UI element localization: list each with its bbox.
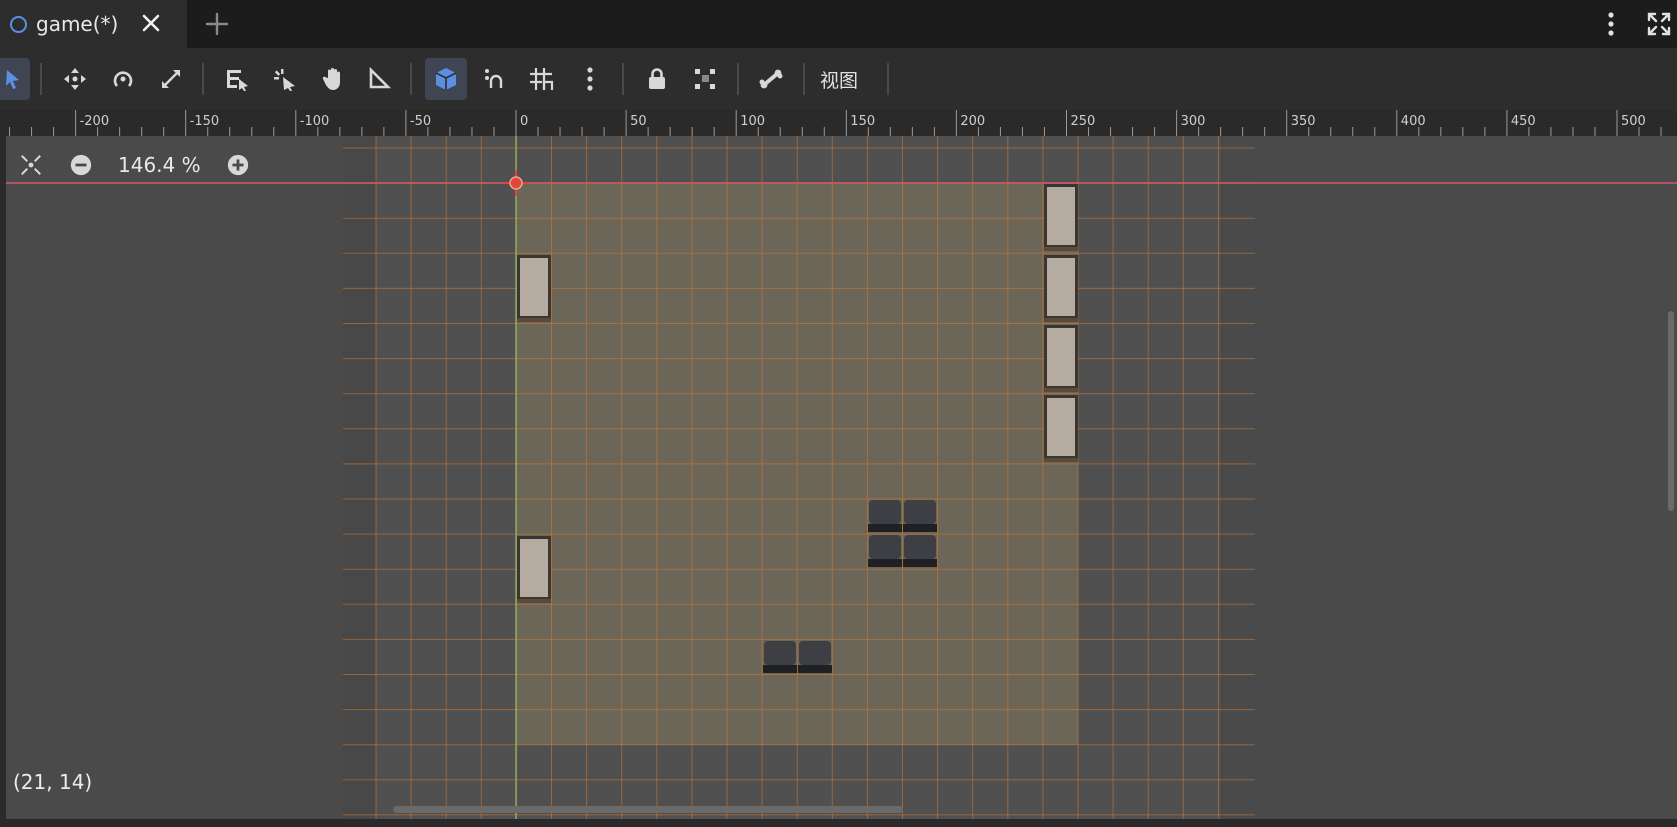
toolbar-separator [887, 63, 889, 95]
tab-bar: game(*) [0, 0, 1677, 48]
zoom-out-icon[interactable] [68, 152, 94, 178]
pan-hand-icon[interactable] [312, 58, 354, 100]
ruler-label: -150 [190, 114, 220, 129]
tab-title: game(*) [36, 12, 119, 36]
ruler-label: 150 [850, 114, 875, 129]
close-icon[interactable] [139, 11, 163, 35]
toolbar-separator [737, 63, 739, 95]
ruler-label: 350 [1291, 114, 1316, 129]
snap-3d-cube-icon[interactable] [425, 58, 467, 100]
pillar-tile[interactable] [1044, 395, 1078, 462]
toolbar-separator [40, 63, 42, 95]
horizontal-ruler: -200 -150 -100 -50 0 50 100 150 200 250 300 350 400 4… [0, 110, 1677, 136]
status-strip [0, 819, 1677, 827]
more-vertical-icon[interactable] [1600, 11, 1622, 37]
ruler-label: 50 [630, 114, 647, 129]
pillar-tile[interactable] [1044, 325, 1078, 392]
pillar-tile[interactable] [1044, 184, 1078, 251]
zoom-in-icon[interactable] [225, 152, 251, 178]
zoom-level: 146.4 % [118, 153, 201, 177]
rotate-tool-icon[interactable] [102, 58, 144, 100]
ruler-label: 500 [1621, 114, 1646, 129]
ruler-label: 300 [1181, 114, 1206, 129]
vertical-scrollbar[interactable] [1668, 311, 1674, 511]
pivot-select-icon[interactable] [264, 58, 306, 100]
cursor-coordinates: (21, 14) [13, 770, 93, 794]
more-options-icon[interactable] [569, 58, 611, 100]
toolbar-separator [410, 63, 412, 95]
ruler-label: 250 [1071, 114, 1096, 129]
pillar-tile[interactable] [1044, 255, 1078, 322]
view-menu[interactable]: 视图 [820, 66, 858, 93]
ruler-label: -100 [300, 114, 330, 129]
zoom-controls: 146.4 % [18, 150, 251, 180]
ruler-label: 200 [960, 114, 985, 129]
list-select-icon[interactable] [216, 58, 258, 100]
smart-snap-icon[interactable] [473, 58, 515, 100]
scene-canvas[interactable] [0, 136, 1677, 819]
scene-viewport[interactable]: 146.4 % (21, 14) [0, 136, 1677, 819]
grid-snap-icon[interactable] [520, 58, 562, 100]
toolbar-separator [622, 63, 624, 95]
lock-icon[interactable] [636, 58, 678, 100]
ruler-label: 100 [740, 114, 765, 129]
fit-view-icon[interactable] [18, 152, 44, 178]
ruler-label: -50 [410, 114, 431, 129]
ruler-label: 400 [1401, 114, 1426, 129]
ruler-label: 0 [520, 114, 528, 129]
block-tile[interactable] [798, 641, 832, 673]
block-tile[interactable] [903, 535, 937, 567]
scale-tool-icon[interactable] [150, 58, 192, 100]
toolbar: 视图 [0, 48, 1677, 110]
pillar-tile[interactable] [517, 536, 551, 603]
editor-window: game(*) 视图 -200 -150 -100 -50 0 50 100 1… [0, 0, 1677, 827]
block-tile[interactable] [868, 535, 902, 567]
block-tile[interactable] [903, 500, 937, 532]
pillar-tile[interactable] [517, 255, 551, 322]
scene-circle-icon [10, 15, 27, 33]
add-tab-icon[interactable] [204, 11, 230, 37]
group-icon[interactable] [684, 58, 726, 100]
toolbar-separator [202, 63, 204, 95]
ruler-label: -200 [80, 114, 110, 129]
fullscreen-icon[interactable] [1646, 11, 1672, 37]
move-tool-icon[interactable] [54, 58, 96, 100]
toolbar-separator [803, 63, 805, 95]
horizontal-scrollbar[interactable] [393, 806, 903, 813]
block-tile[interactable] [763, 641, 797, 673]
ruler-tool-icon[interactable] [358, 58, 400, 100]
ruler-label: 450 [1511, 114, 1536, 129]
select-tool-icon[interactable] [0, 58, 30, 100]
bone-icon[interactable] [750, 58, 792, 100]
vertical-ruler [0, 136, 6, 819]
block-tile[interactable] [868, 500, 902, 532]
